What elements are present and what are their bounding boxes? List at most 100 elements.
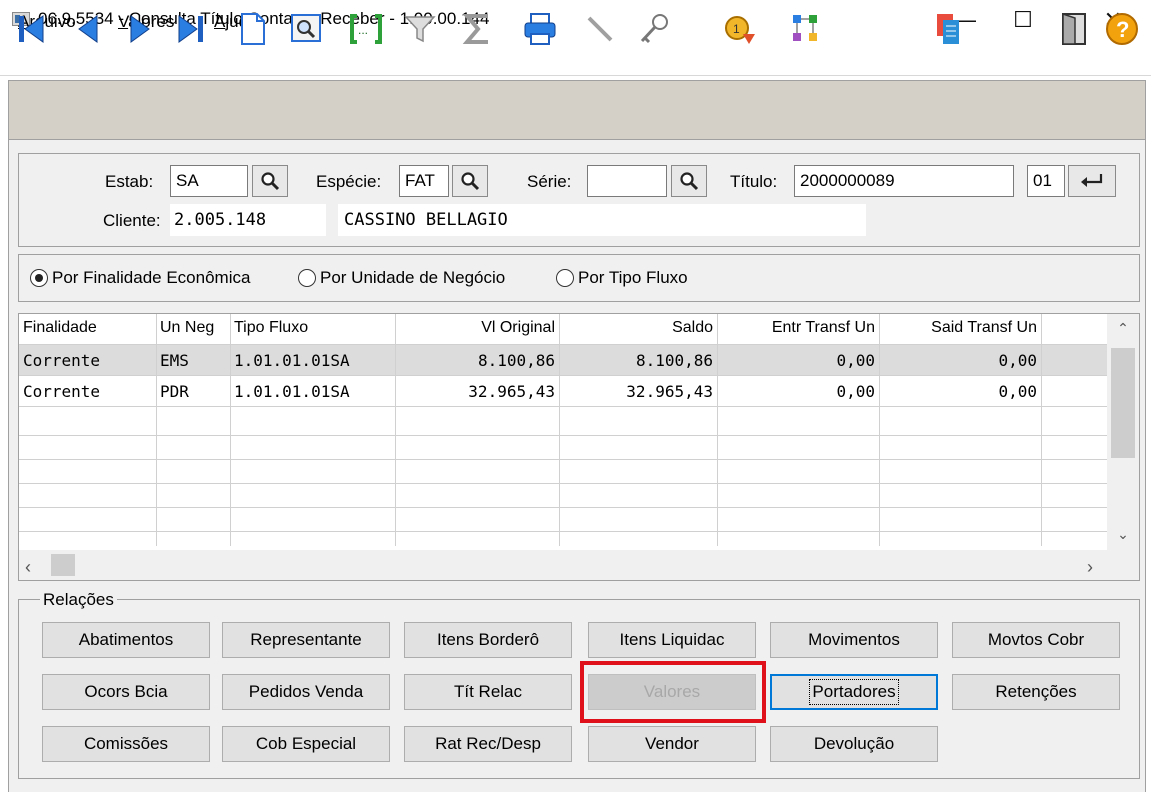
cell-saldo: 8.100,86 xyxy=(635,351,713,370)
radio-finalidade[interactable]: Por Finalidade Econômica xyxy=(30,268,250,288)
estab-field[interactable]: SA xyxy=(170,165,248,197)
schedule-icon[interactable]: 1 xyxy=(718,6,762,52)
serie-label: Série: xyxy=(527,172,572,191)
first-record-icon[interactable] xyxy=(10,6,54,52)
radio-indicator xyxy=(556,269,574,287)
cell-finalidade: Corrente xyxy=(23,382,101,401)
exit-door-icon[interactable] xyxy=(1052,6,1096,52)
cell-finalidade: Corrente xyxy=(23,351,101,370)
devolucao-button[interactable]: Devolução xyxy=(770,726,938,762)
line-icon[interactable] xyxy=(578,6,622,52)
goto-icon[interactable]: ... xyxy=(344,6,388,52)
parcela-field[interactable]: 01 xyxy=(1027,165,1065,197)
grid-divider xyxy=(19,507,1107,508)
scroll-left-icon[interactable]: ‹ xyxy=(25,557,45,577)
movtos-cobr-button[interactable]: Movtos Cobr xyxy=(952,622,1120,658)
cob-especial-button[interactable]: Cob Especial xyxy=(222,726,390,762)
next-record-icon[interactable] xyxy=(118,6,162,52)
relacoes-title: Relações xyxy=(40,590,117,610)
grid-divider xyxy=(19,406,1107,407)
col-header-entr-transf-un[interactable]: Entr Transf Un xyxy=(717,314,875,344)
itens-bordero-button[interactable]: Itens Borderô xyxy=(404,622,572,658)
scroll-down-icon[interactable]: ⌄ xyxy=(1113,526,1133,546)
prev-record-icon[interactable] xyxy=(66,6,110,52)
especie-zoom-button[interactable] xyxy=(452,165,488,197)
itens-liquidac-button[interactable]: Itens Liquidac xyxy=(588,622,756,658)
cell-entr-transf-un: 0,00 xyxy=(836,382,875,401)
highlight-box xyxy=(580,661,766,723)
radio-tipo-fluxo[interactable]: Por Tipo Fluxo xyxy=(556,268,688,288)
radio-finalidade-label: Por Finalidade Econômica xyxy=(52,268,251,287)
comissoes-button[interactable]: Comissões xyxy=(42,726,210,762)
titulo-field[interactable]: 2000000089 xyxy=(794,165,1014,197)
col-header-finalidade[interactable]: Finalidade xyxy=(23,314,97,344)
svg-text:1: 1 xyxy=(733,22,740,36)
col-header-vl-original[interactable]: Vl Original xyxy=(395,314,555,344)
radio-selected-indicator xyxy=(30,269,48,287)
cell-said-transf-un: 0,00 xyxy=(998,351,1037,370)
serie-field[interactable] xyxy=(587,165,667,197)
search-icon xyxy=(261,172,280,191)
col-header-said-transf-un[interactable]: Said Transf Un xyxy=(879,314,1037,344)
sum-icon[interactable] xyxy=(456,6,500,52)
scroll-right-icon[interactable]: › xyxy=(1087,557,1107,577)
cell-un-neg: EMS xyxy=(160,351,189,370)
movtos-cobr-label: Movtos Cobr xyxy=(987,630,1085,649)
retencoes-button[interactable]: Retenções xyxy=(952,674,1120,710)
representante-label: Representante xyxy=(250,630,362,649)
portadores-button[interactable]: Portadores xyxy=(770,674,938,710)
last-record-icon[interactable] xyxy=(168,6,212,52)
col-header-tipo-fluxo[interactable]: Tipo Fluxo xyxy=(234,314,308,344)
cell-vl-original: 8.100,86 xyxy=(477,351,555,370)
cell-vl-original: 32.965,43 xyxy=(468,382,555,401)
estab-zoom-button[interactable] xyxy=(252,165,288,197)
radio-unidade-negocio[interactable]: Por Unidade de Negócio xyxy=(298,268,505,288)
svg-text:?: ? xyxy=(1116,17,1129,42)
cell-tipo-fluxo: 1.01.01.01SA xyxy=(234,382,350,401)
pedidos-venda-label: Pedidos Venda xyxy=(248,682,364,701)
help-icon[interactable]: ? xyxy=(1100,6,1144,52)
tree-icon[interactable] xyxy=(784,6,828,52)
ocors-bcia-label: Ocors Bcia xyxy=(84,682,168,701)
key-icon[interactable] xyxy=(632,6,676,52)
maximize-button[interactable]: ☐ xyxy=(1000,4,1046,36)
rat-rec-desp-button[interactable]: Rat Rec/Desp xyxy=(404,726,572,762)
especie-field[interactable]: FAT xyxy=(399,165,449,197)
enter-icon xyxy=(1081,174,1103,187)
vendor-button[interactable]: Vendor xyxy=(588,726,756,762)
vertical-scroll-thumb[interactable] xyxy=(1111,348,1135,458)
serie-zoom-button[interactable] xyxy=(671,165,707,197)
grid-divider xyxy=(19,435,1107,436)
especie-label: Espécie: xyxy=(316,172,382,191)
report-icon[interactable] xyxy=(926,6,970,52)
rat-rec-desp-label: Rat Rec/Desp xyxy=(435,734,541,753)
filter-icon[interactable] xyxy=(398,6,442,52)
zoom-search-icon[interactable] xyxy=(284,6,328,52)
menu-ajuda-mnemonic: A xyxy=(214,12,226,31)
col-header-un-neg[interactable]: Un Neg xyxy=(160,314,214,344)
results-grid[interactable]: Finalidade Un Neg Tipo Fluxo Vl Original… xyxy=(18,313,1140,581)
horizontal-scroll-thumb[interactable] xyxy=(51,554,75,576)
vendor-label: Vendor xyxy=(645,734,699,753)
cell-tipo-fluxo: 1.01.01.01SA xyxy=(234,351,350,370)
tit-relac-button[interactable]: Tít Relac xyxy=(404,674,572,710)
new-document-icon[interactable] xyxy=(230,6,274,52)
abatimentos-button[interactable]: Abatimentos xyxy=(42,622,210,658)
representante-button[interactable]: Representante xyxy=(222,622,390,658)
go-button[interactable] xyxy=(1068,165,1116,197)
grid-divider xyxy=(19,531,1107,532)
movimentos-button[interactable]: Movimentos xyxy=(770,622,938,658)
cell-un-neg: PDR xyxy=(160,382,189,401)
grid-divider xyxy=(19,459,1107,460)
pedidos-venda-button[interactable]: Pedidos Venda xyxy=(222,674,390,710)
portadores-label: Portadores xyxy=(809,679,899,705)
col-header-saldo[interactable]: Saldo xyxy=(559,314,713,344)
comissoes-label: Comissões xyxy=(83,734,169,753)
cliente-label: Cliente: xyxy=(103,211,161,230)
print-icon[interactable] xyxy=(518,6,562,52)
horizontal-scrollbar[interactable] xyxy=(19,550,1139,580)
scroll-up-icon[interactable]: ⌃ xyxy=(1113,320,1133,340)
radio-indicator xyxy=(298,269,316,287)
ocors-bcia-button[interactable]: Ocors Bcia xyxy=(42,674,210,710)
cell-said-transf-un: 0,00 xyxy=(998,382,1037,401)
